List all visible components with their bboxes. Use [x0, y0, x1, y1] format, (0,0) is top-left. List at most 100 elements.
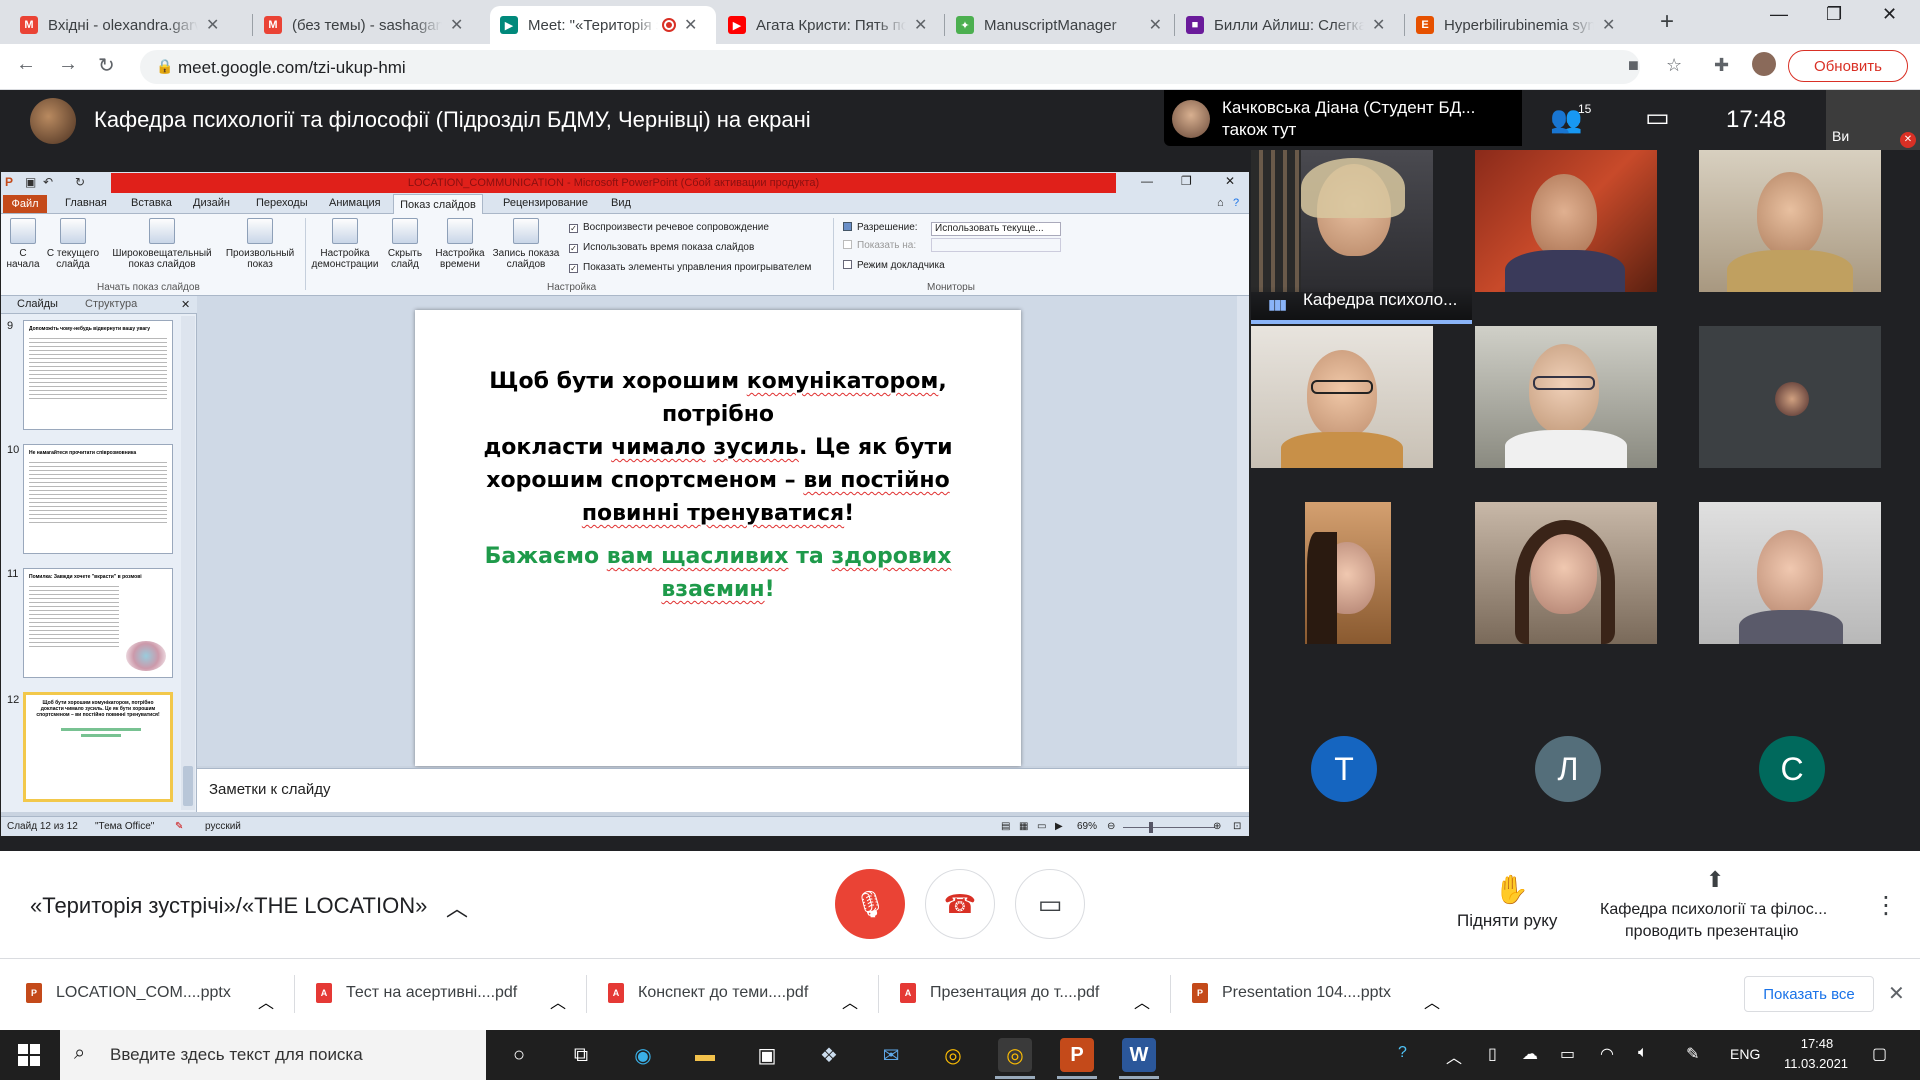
hang-up-icon: ☎	[943, 888, 977, 919]
chevron-up-icon[interactable]: ︿	[842, 981, 858, 1021]
self-video-tile[interactable]: Ви ✕	[1826, 90, 1920, 150]
help-icon: ?	[1233, 197, 1240, 209]
participant-tile[interactable]	[1251, 502, 1433, 644]
profile-avatar[interactable]	[1752, 52, 1776, 76]
chrome-icon[interactable]: ◎	[936, 1038, 970, 1072]
chevron-up-icon[interactable]: ︿	[258, 981, 274, 1021]
taskbar-time[interactable]: 17:48	[1784, 1036, 1850, 1051]
raise-hand-label[interactable]: Підняти руку	[1457, 911, 1557, 931]
divider	[878, 975, 879, 1013]
participant-tile[interactable]: С	[1699, 694, 1881, 844]
word-icon[interactable]: W	[1122, 1038, 1156, 1072]
presenter-name[interactable]: Кафедра психології та філос...	[1600, 901, 1827, 919]
edge-icon[interactable]: ◉	[626, 1038, 660, 1072]
close-icon[interactable]: ✕	[1149, 15, 1162, 35]
close-icon[interactable]: ✕	[1372, 15, 1385, 35]
bookmark-star-icon[interactable]: ☆	[1666, 55, 1682, 76]
chevron-up-icon[interactable]: ︿	[1134, 981, 1150, 1021]
pptx-file-icon: P	[26, 983, 42, 1003]
browser-tab-elsevier[interactable]: E Hyperbilirubinemia syndrome ✕	[1406, 6, 1638, 44]
task-view-icon[interactable]: ⧉	[564, 1038, 598, 1072]
back-icon[interactable]: ←	[16, 53, 36, 76]
close-icon[interactable]: ✕	[684, 15, 697, 35]
raise-hand-icon[interactable]: ✋	[1494, 873, 1529, 906]
browser-tab-gmail-draft[interactable]: M (без темы) - sashagarva ✕	[254, 6, 490, 44]
ppt-window-title: LOCATION_COMMUNICATION - Microsoft Power…	[111, 173, 1116, 193]
download-item[interactable]: A Конспект до теми....pdf	[608, 973, 808, 1013]
download-item[interactable]: A Тест на асертивні....pdf	[316, 973, 517, 1013]
more-options-icon[interactable]: ⋮	[1874, 891, 1898, 920]
close-icon[interactable]: ✕	[1888, 981, 1905, 1006]
show-all-downloads-button[interactable]: Показать все	[1744, 976, 1874, 1012]
close-icon[interactable]: ✕	[450, 15, 463, 35]
participant-tile[interactable]	[1475, 150, 1657, 292]
minimize-icon[interactable]: —	[1770, 4, 1788, 25]
chevron-up-icon[interactable]: ︿	[1424, 981, 1440, 1021]
download-item[interactable]: A Презентация до т....pdf	[900, 973, 1099, 1013]
camera-toggle-button[interactable]: ▭	[1015, 869, 1085, 939]
close-icon: ✕	[1225, 174, 1236, 188]
mic-toggle-button[interactable]: 🎙︎	[835, 869, 905, 939]
cortana-icon[interactable]: ○	[502, 1038, 536, 1072]
battery-icon[interactable]: ▭	[1560, 1044, 1575, 1064]
close-window-icon[interactable]: ✕	[1882, 4, 1897, 25]
browser-tab-manuscript[interactable]: ✦ ManuscriptManager ✕	[946, 6, 1172, 44]
download-item[interactable]: P LOCATION_COM....pptx	[26, 973, 231, 1013]
onedrive-icon[interactable]: ☁	[1522, 1044, 1538, 1064]
participant-tile[interactable]	[1699, 326, 1881, 468]
powerpoint-logo-icon: P	[5, 175, 14, 189]
device-icon[interactable]: ▯	[1488, 1044, 1497, 1064]
wifi-icon[interactable]: ◠	[1600, 1044, 1614, 1064]
chrome-active-icon[interactable]: ◎	[998, 1038, 1032, 1072]
browser-tab-youtube[interactable]: ▶ Агата Кристи: Пять поросят ✕	[718, 6, 944, 44]
participant-tile[interactable]	[1251, 150, 1433, 292]
powerpoint-icon[interactable]: P	[1060, 1038, 1094, 1072]
browser-tab-meet[interactable]: ▶ Meet: "«Територія зустрічі» ✕	[490, 6, 716, 44]
participant-tile[interactable]	[1251, 326, 1433, 468]
chevron-up-icon[interactable]: ︿	[550, 981, 566, 1021]
browser-tab-gmail-inbox[interactable]: M Вхідні - olexandra.garvasiuk ✕	[10, 6, 250, 44]
help-icon[interactable]: ?	[1398, 1044, 1407, 1062]
camera-blocked-icon[interactable]: ■	[1628, 55, 1639, 76]
file-explorer-icon[interactable]: ▬	[688, 1038, 722, 1072]
participant-tile[interactable]	[1699, 150, 1881, 292]
ppt-broadcast-button: Широковещательный показ слайдов	[107, 218, 217, 270]
mail-icon[interactable]: ✉	[874, 1038, 908, 1072]
chevron-up-icon[interactable]: ︿	[446, 891, 468, 923]
close-icon[interactable]: ✕	[206, 15, 219, 35]
presenter-avatar	[30, 98, 76, 144]
forward-icon[interactable]: →	[58, 53, 78, 76]
browser-tab-strip: M Вхідні - olexandra.garvasiuk ✕ M (без …	[0, 0, 1920, 44]
maximize-icon[interactable]: ❐	[1826, 4, 1842, 25]
volume-icon[interactable]: 🔈︎	[1638, 1044, 1648, 1062]
participant-face	[1307, 350, 1377, 438]
windows-start-icon[interactable]	[18, 1044, 40, 1066]
taskbar-date[interactable]: 11.03.2021	[1776, 1056, 1856, 1071]
taskbar-search-box[interactable]: ⌕ Введите здесь текст для поиска	[60, 1030, 486, 1080]
notifications-icon[interactable]: ▢	[1872, 1044, 1887, 1064]
pen-icon[interactable]: ✎	[1686, 1044, 1699, 1064]
extensions-icon[interactable]: ✚	[1714, 55, 1729, 76]
participant-tile[interactable]	[1475, 502, 1657, 644]
reload-icon[interactable]: ↻	[98, 53, 115, 78]
input-language[interactable]: ENG	[1730, 1046, 1760, 1062]
address-bar[interactable]: 🔒 meet.google.com/tzi-ukup-hmi	[140, 50, 1640, 84]
download-item[interactable]: P Presentation 104....pptx	[1192, 973, 1391, 1013]
present-screen-icon[interactable]: ⬆	[1706, 867, 1724, 893]
ppt-resolution-label: Разрешение:	[843, 222, 918, 233]
browser-tab-film[interactable]: ■ Билли Айлиш: Слегка размыто ✕	[1176, 6, 1402, 44]
dropbox-icon[interactable]: ❖	[812, 1038, 846, 1072]
participant-tile[interactable]	[1475, 326, 1657, 468]
participant-tile[interactable]	[1699, 502, 1881, 644]
leave-call-button[interactable]: ☎	[925, 869, 995, 939]
close-icon[interactable]: ✕	[1602, 15, 1615, 35]
update-chrome-button[interactable]: Обновить	[1788, 50, 1908, 82]
chat-icon[interactable]: ▭	[1645, 102, 1670, 133]
participant-tile[interactable]: Л	[1475, 694, 1657, 844]
new-tab-icon[interactable]: +	[1660, 8, 1674, 36]
participant-tile[interactable]: Т	[1251, 694, 1433, 844]
close-icon[interactable]: ✕	[914, 15, 927, 35]
store-icon[interactable]: ▣	[750, 1038, 784, 1072]
chevron-up-icon[interactable]: ︿	[1446, 1044, 1462, 1068]
also-here-card[interactable]: Качковська Діана (Студент БД... також ту…	[1164, 90, 1522, 146]
